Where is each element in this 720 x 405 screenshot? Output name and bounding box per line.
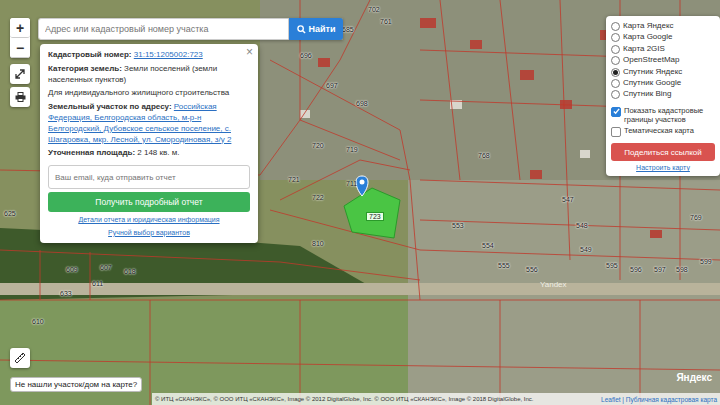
ruler-button[interactable] [10,348,30,368]
checkbox-option[interactable]: Тематическая карта [611,126,715,137]
not-found-button[interactable]: Не нашли участок/дом на карте? [10,377,142,392]
radio-icon [611,33,620,42]
info-link[interactable]: Детали отчета и юридическая информация [48,215,250,224]
parcel-area: Уточненная площадь: 2 148 кв. м. [48,148,250,159]
close-button[interactable]: × [244,45,255,59]
ruler-icon [14,352,26,364]
parcel-label[interactable]: 633 [60,290,72,297]
parcel-label[interactable]: 720 [312,142,324,149]
layer-panel: Карта Яндекс Карта Google Карта 2GIS Ope… [606,16,720,176]
parcel-label[interactable]: 810 [312,240,324,247]
cadastral-map[interactable]: 702761 685 696 697 698 720 719 721 722 711 723 768 8… [0,0,720,405]
cadastral-number: Кадастровый номер: 31:15:1205002:723 [48,50,250,61]
map-watermark: Yandex [540,280,567,289]
marker-pin-icon[interactable] [356,176,368,196]
parcel-label[interactable]: 685 [342,26,354,33]
parcel-label[interactable]: 549 [580,246,592,253]
zoom-button[interactable]: + [10,18,30,38]
yandex-logo: Яндекс [676,372,712,383]
checkbox-icon [611,107,621,117]
parcel-label[interactable]: 609 [66,266,78,273]
layer-option[interactable]: Карта Google [611,32,715,42]
parcel-label[interactable]: 625 [4,210,16,217]
parcel-label[interactable]: 696 [300,52,312,59]
parcel-label[interactable]: 769 [690,214,702,221]
parcel-label[interactable]: 723 [366,212,384,221]
parcel-label[interactable]: 722 [312,194,324,201]
parcel-label[interactable]: 595 [606,262,618,269]
search-button[interactable]: Найти [289,18,343,40]
share-button[interactable]: Поделиться ссылкой [611,143,715,161]
zoom-button[interactable]: − [10,38,30,58]
parcel-label[interactable]: 702 [368,6,380,13]
parcel-label[interactable]: 761 [380,18,392,25]
cadastral-link[interactable]: 31:15:1205002:723 [134,50,203,59]
parcel-label[interactable]: 721 [288,176,300,183]
parcel-label[interactable]: 556 [526,266,538,273]
layer-option[interactable]: Карта Яндекс [611,21,715,31]
radio-icon [611,79,620,88]
parcel-label[interactable]: 719 [346,146,358,153]
parcel-label[interactable]: 697 [326,82,338,89]
parcel-label[interactable]: 611 [92,280,103,287]
layer-option[interactable]: Карта 2GIS [611,44,715,54]
parcel-label[interactable]: 597 [654,266,666,273]
report-button[interactable]: Получить подробный отчет [48,192,250,212]
checkbox-icon [611,127,621,137]
land-usage: Для индивидуального жилищного строительс… [48,88,250,99]
expand-icon [15,69,25,79]
parcel-label[interactable]: 618 [124,268,136,275]
zoom-control: +− [10,18,30,58]
printer-icon [15,92,26,102]
radio-icon [611,56,620,65]
parcel-label[interactable]: 711 [346,180,357,187]
fullscreen-button[interactable] [10,64,30,84]
attribution-text: © ИТЦ «СКАНЭКС», © ООО ИТЦ «СКАНЭКС», Im… [155,396,534,402]
layer-option[interactable]: Спутник Bing [611,89,715,99]
parcel-label[interactable]: 607 [100,264,112,271]
info-link[interactable]: Ручной выбор вариантов [48,228,250,237]
layer-option[interactable]: Спутник Яндекс [611,67,715,77]
search-input[interactable] [38,18,289,40]
parcel-label[interactable]: 554 [482,242,494,249]
parcel-popup: × Кадастровый номер: 31:15:1205002:723 К… [40,44,258,243]
settings-link[interactable]: Настроить карту [611,164,715,171]
parcel-label[interactable]: 598 [676,266,688,273]
parcel-label[interactable]: 698 [356,100,368,107]
attribution-bar: © ИТЦ «СКАНЭКС», © ООО ИТЦ «СКАНЭКС», Im… [152,393,720,405]
parcel-label[interactable]: 768 [478,152,490,159]
print-button[interactable] [10,87,30,107]
parcel-address: Земельный участок по адресу: Российская … [48,102,250,145]
radio-icon [611,68,620,77]
parcel-label[interactable]: 555 [498,262,510,269]
parcel-label[interactable]: 553 [452,222,464,229]
layer-option[interactable]: Спутник Google [611,78,715,88]
radio-icon [611,45,620,54]
leaflet-link[interactable]: Leaflet | Публичная кадастровая карта [601,396,717,403]
parcel-label[interactable]: 610 [32,318,44,325]
radio-icon [611,22,620,31]
search-bar: Найти [38,18,343,40]
land-category: Категория земель: Земли поселений (земли… [48,64,250,86]
parcel-label[interactable]: 548 [576,222,588,229]
search-icon [297,25,306,34]
email-input[interactable] [48,165,250,189]
selected-parcel[interactable] [344,188,400,238]
radio-icon [611,90,620,99]
layer-option[interactable]: OpenStreetMap [611,55,715,65]
parcel-label[interactable]: 599 [700,258,712,265]
parcel-label[interactable]: 596 [630,266,642,273]
checkbox-option[interactable]: Показать кадастровые границы участков [611,106,715,126]
parcel-label[interactable]: 547 [562,196,574,203]
